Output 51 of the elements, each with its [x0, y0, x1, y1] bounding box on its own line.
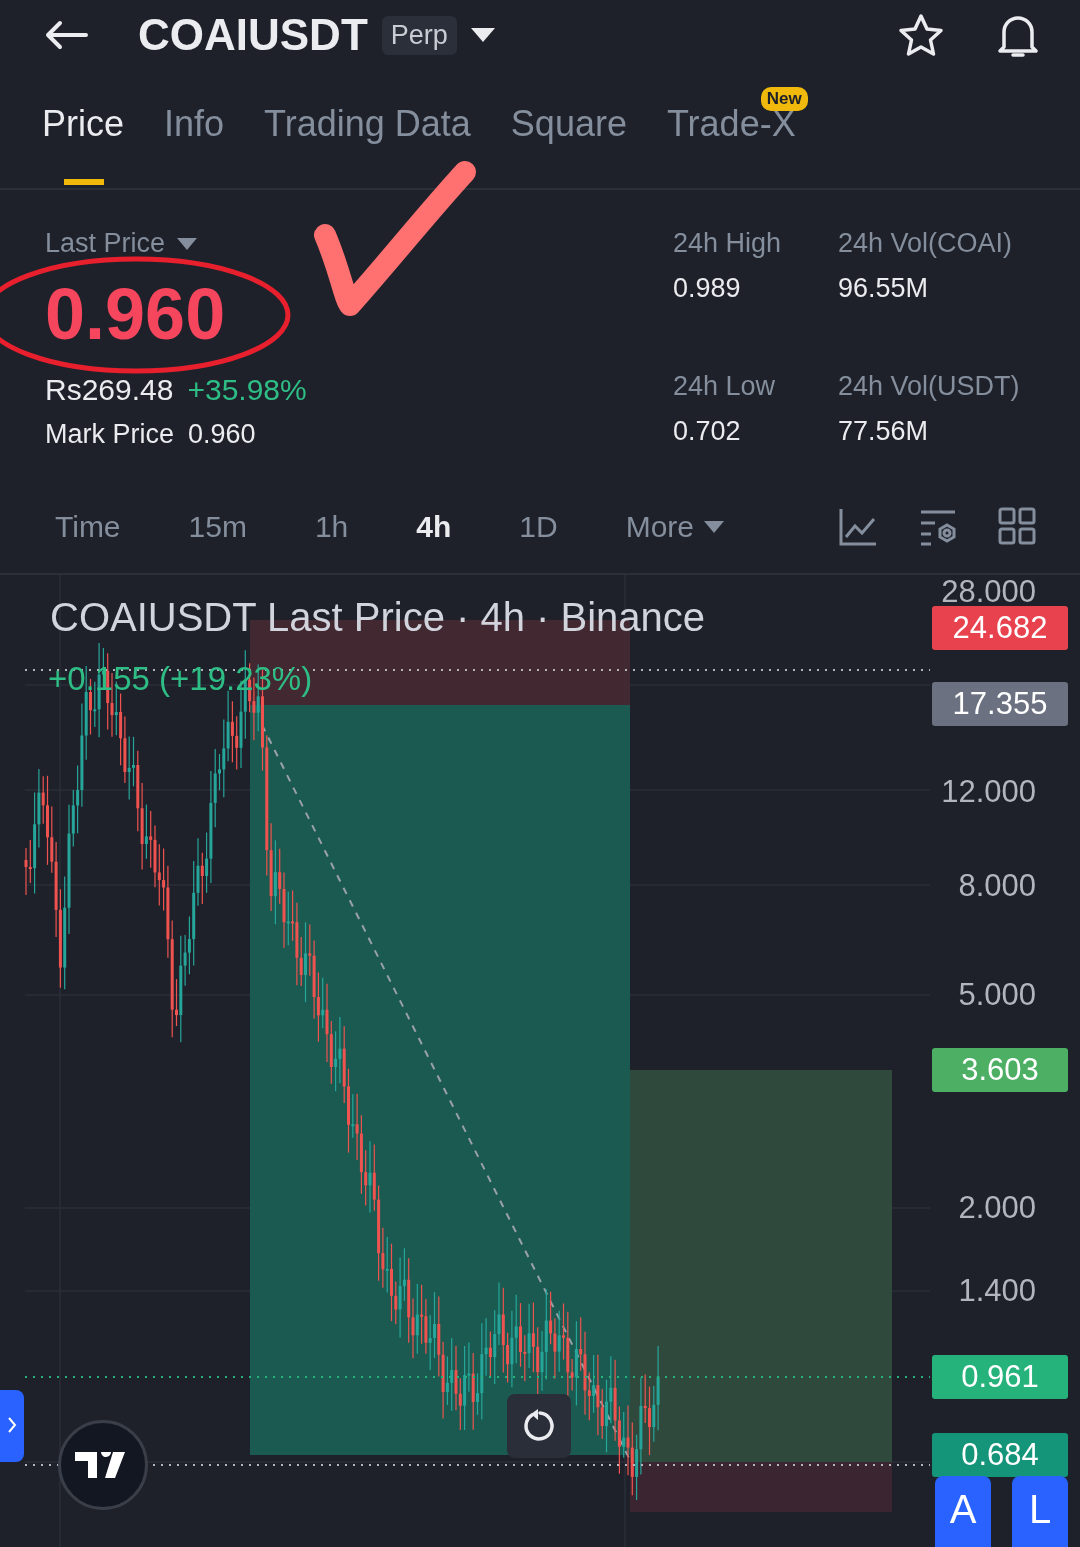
axis-label: 5.000: [958, 978, 1036, 1010]
interval-tab[interactable]: 15m: [188, 509, 247, 544]
stat-value: 77.56M: [838, 416, 930, 447]
price-tag: 24.682: [932, 606, 1068, 650]
chevron-icon: [7, 1415, 17, 1434]
tab[interactable]: Trading Data: [264, 73, 471, 185]
stat-label: 24h Vol(USDT): [838, 371, 1021, 402]
caret-icon[interactable]: [470, 28, 495, 42]
last-price: 0.960: [45, 273, 226, 355]
price-tag: 3.603: [932, 1048, 1068, 1092]
reset-button[interactable]: [507, 1394, 571, 1458]
stat-label: 24h Low: [673, 371, 777, 402]
axis-label: 12.000: [941, 775, 1036, 807]
price-type-label[interactable]: Last Price: [45, 228, 166, 259]
price-tag: 0.961: [932, 1355, 1068, 1399]
stat-value: 0.989: [673, 273, 742, 304]
corner-button[interactable]: A: [935, 1476, 991, 1547]
reset-icon: [522, 1409, 556, 1443]
price-tag: 0.684: [932, 1433, 1068, 1477]
caret-icon: [704, 520, 725, 533]
line-chart-icon[interactable]: [838, 506, 878, 547]
new-badge: New: [760, 87, 808, 111]
interval-tab[interactable]: 1D: [519, 509, 558, 544]
axis-label: 8.000: [958, 869, 1036, 901]
symbol-title: COAIUSDT: [138, 10, 368, 60]
axis-label: 28.000: [941, 575, 1036, 607]
interval-tab[interactable]: Time: [55, 509, 121, 544]
fiat-price: Rs269.48: [45, 373, 174, 407]
interval-tab[interactable]: 1h: [314, 509, 349, 544]
corner-button[interactable]: L: [1012, 1476, 1068, 1547]
grid-icon[interactable]: [998, 506, 1036, 545]
interval-tab[interactable]: 4h: [416, 509, 452, 544]
stat-label: 24h Vol(COAI): [838, 228, 1014, 259]
back-arrow-icon[interactable]: [44, 20, 88, 50]
stat-value: 96.55M: [838, 273, 930, 304]
tab[interactable]: Info: [164, 73, 225, 185]
side-panel-handle[interactable]: [0, 1390, 24, 1462]
tab[interactable]: Square: [510, 73, 627, 185]
stat-value: 0.702: [673, 416, 742, 447]
mark-price: 0.960: [188, 419, 256, 450]
axis-label: 2.000: [958, 1191, 1036, 1223]
price-tag: 17.355: [932, 682, 1068, 726]
axis-label: 1.400: [958, 1274, 1036, 1306]
contract-badge: Perp: [381, 15, 457, 55]
star-icon[interactable]: [898, 13, 944, 57]
tab[interactable]: Price: [42, 73, 125, 185]
stat-label: 24h High: [673, 228, 783, 259]
price-change: +35.98%: [187, 373, 307, 407]
chart-title: COAIUSDT Last Price · 4h · Binance: [50, 595, 706, 640]
mark-price-label: Mark Price: [45, 419, 174, 450]
interval-tab[interactable]: More: [625, 509, 725, 544]
